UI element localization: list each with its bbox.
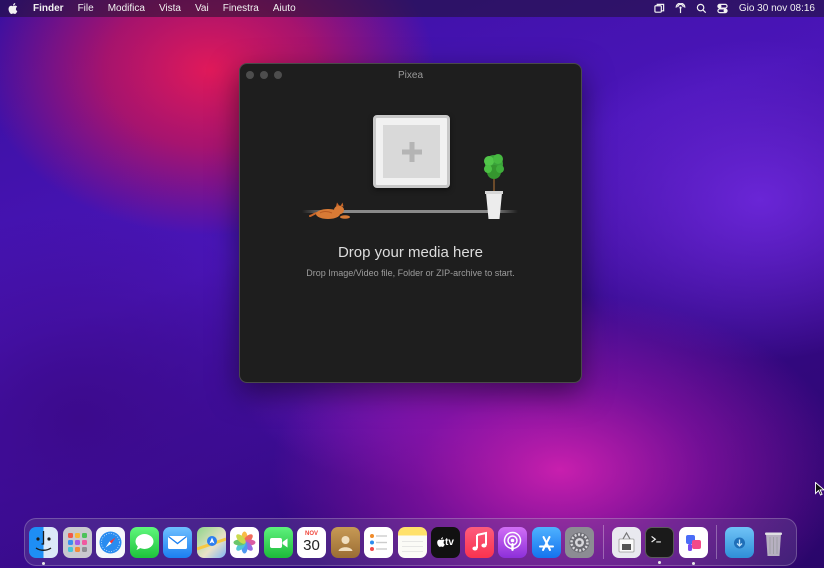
launchpad-icon: [67, 532, 87, 552]
apple-menu-icon[interactable]: [0, 3, 26, 14]
pixea-icon: [685, 534, 701, 551]
minimize-window-button[interactable]: [260, 71, 268, 79]
maps-icon: [196, 535, 226, 550]
dock-app-store[interactable]: [531, 526, 561, 558]
downloads-folder-icon: [734, 537, 745, 548]
traffic-lights: [246, 71, 282, 79]
dock-music[interactable]: [464, 526, 494, 558]
terminal-icon: [651, 535, 661, 543]
close-window-button[interactable]: [246, 71, 254, 79]
status-area: Gio 30 nov 08:16: [649, 3, 824, 14]
menu-file[interactable]: File: [71, 0, 101, 17]
dock-mail[interactable]: [163, 526, 192, 558]
app-store-icon: [538, 535, 554, 551]
running-indicator: [42, 561, 45, 565]
dock-facetime[interactable]: [263, 526, 293, 558]
dock-messages[interactable]: [129, 526, 159, 558]
podcasts-icon: [503, 531, 522, 551]
dock-trash[interactable]: [759, 527, 788, 558]
running-indicator: [691, 561, 695, 565]
drop-subtitle: Drop Image/Video file, Folder or ZIP-arc…: [306, 268, 515, 278]
stage-manager-icon[interactable]: [649, 3, 670, 14]
dock-launchpad[interactable]: [62, 526, 92, 558]
drop-zone-placeholder: [383, 125, 440, 178]
dock-finder[interactable]: [29, 526, 58, 565]
finder-icon: [35, 530, 52, 551]
preview-icon: [618, 531, 634, 552]
dock-notes[interactable]: [397, 526, 427, 558]
menu-modifica[interactable]: Modifica: [101, 0, 152, 17]
window-title: Pixea: [397, 69, 423, 81]
menu-vai[interactable]: Vai: [188, 0, 216, 17]
spotlight-search-icon[interactable]: [691, 3, 712, 14]
dock-terminal[interactable]: [645, 526, 674, 564]
dock-downloads-folder[interactable]: [725, 526, 754, 558]
calendar-day: 30: [303, 537, 320, 554]
apple-logo-icon: [437, 537, 445, 547]
reminders-icon: [370, 533, 387, 551]
dock-safari[interactable]: [96, 526, 125, 558]
trash-icon: [764, 532, 782, 556]
dock-photos[interactable]: [230, 526, 259, 558]
photos-icon: [233, 531, 256, 553]
dock-podcasts[interactable]: [498, 526, 527, 558]
dock-tv[interactable]: tv: [431, 526, 460, 558]
menu-clock[interactable]: Gio 30 nov 08:16: [733, 3, 815, 14]
pixea-window: Pixea Drop your media here Drop Image/Vi…: [239, 63, 582, 383]
dock: NOV 30 tv: [24, 518, 797, 566]
contacts-icon: [338, 535, 352, 551]
dock-calendar[interactable]: NOV 30: [297, 526, 326, 558]
running-indicator: [658, 560, 661, 564]
plus-icon: [401, 141, 422, 162]
facetime-icon: [269, 537, 287, 548]
music-icon: [471, 531, 487, 550]
dock-reminders[interactable]: [364, 526, 393, 558]
menu-vista[interactable]: Vista: [152, 0, 188, 17]
notes-icon: [401, 540, 423, 552]
dock-system-settings[interactable]: [565, 526, 594, 558]
menu-finestra[interactable]: Finestra: [216, 0, 266, 17]
messages-icon: [135, 533, 153, 550]
dock-contacts[interactable]: [330, 526, 360, 558]
menu-bar: Finder File Modifica Vista Vai Finestra …: [0, 0, 824, 17]
settings-icon: [569, 532, 590, 552]
dock-maps[interactable]: [196, 526, 226, 558]
dock-preview[interactable]: [611, 526, 641, 558]
menu-aiuto[interactable]: Aiuto: [266, 0, 303, 17]
dock-separator: [602, 525, 604, 559]
airdrop-icon[interactable]: [670, 3, 691, 14]
dock-separator: [716, 525, 717, 559]
drop-zone-frame[interactable]: [373, 115, 450, 188]
control-center-icon[interactable]: [712, 3, 733, 14]
window-titlebar[interactable]: Pixea: [240, 64, 581, 86]
cat-illustration: [309, 202, 350, 219]
tv-label: tv: [445, 536, 454, 548]
mail-icon: [168, 535, 187, 549]
safari-icon: [99, 531, 122, 553]
mouse-pointer-icon: [815, 482, 824, 496]
plant-illustration: [484, 154, 504, 219]
zoom-window-button[interactable]: [274, 71, 282, 79]
dock-pixea[interactable]: [678, 526, 708, 565]
menu-app-name[interactable]: Finder: [26, 0, 71, 17]
drop-heading: Drop your media here: [337, 244, 484, 261]
